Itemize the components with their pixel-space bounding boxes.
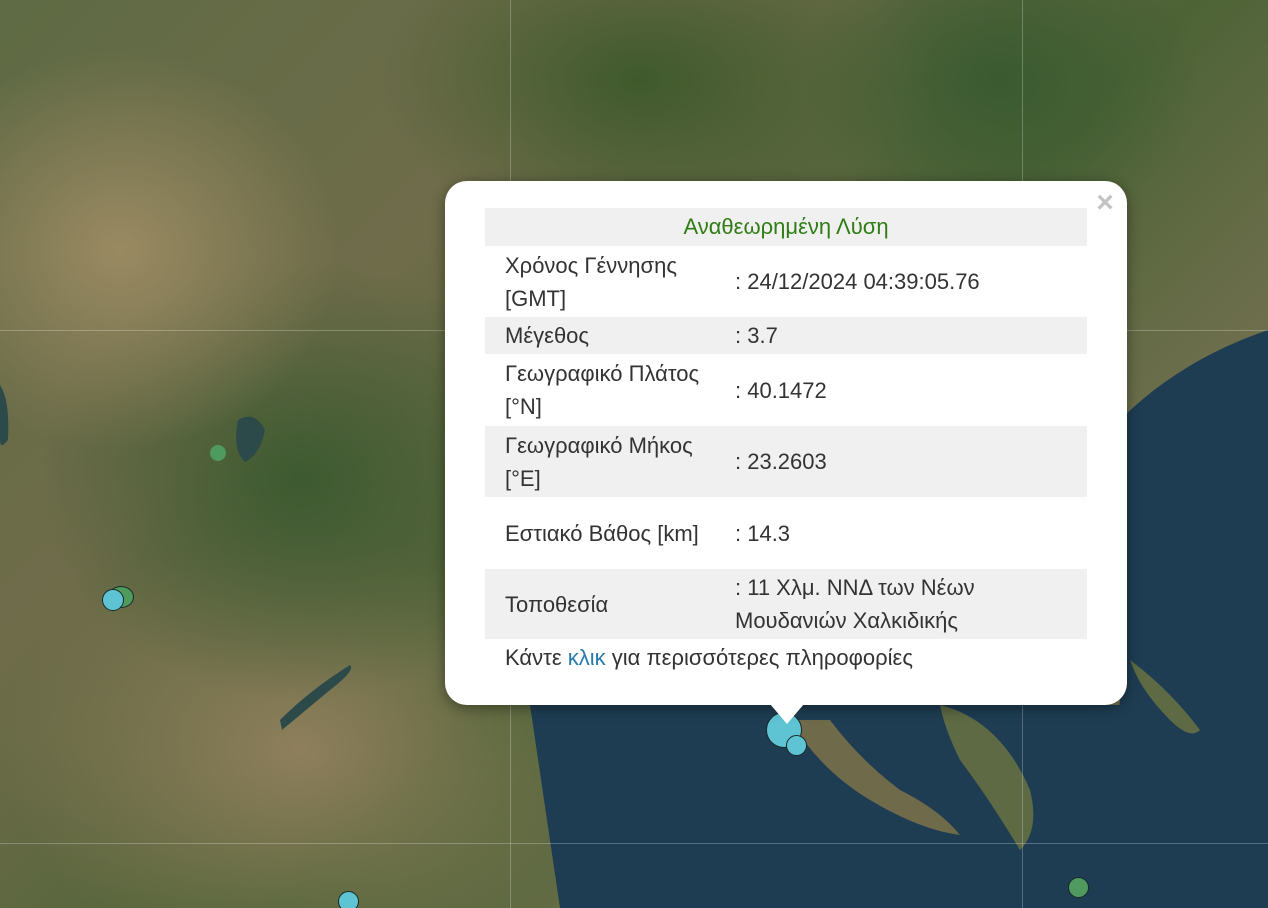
more-info-suffix: για περισσότερες πληροφορίες: [611, 645, 913, 670]
table-row: Μέγεθος : 3.7: [485, 317, 1087, 354]
table-row: Χρόνος Γέννησης [GMT] : 24/12/2024 04:39…: [485, 246, 1087, 317]
magnitude-label: Μέγεθος: [485, 317, 715, 354]
popup-title-row: Αναθεωρημένη Λύση: [485, 208, 1087, 246]
magnitude-value: : 3.7: [715, 317, 1087, 354]
close-icon[interactable]: ×: [1090, 186, 1120, 220]
location-value: : 11 Χλμ. ΝΝΔ των Νέων Μουδανιών Χαλκιδι…: [715, 569, 1087, 639]
earthquake-marker[interactable]: [102, 589, 124, 611]
table-row: Τοποθεσία : 11 Χλμ. ΝΝΔ των Νέων Μουδανι…: [485, 569, 1087, 639]
depth-label: Εστιακό Βάθος [km]: [505, 520, 699, 546]
table-row: Εστιακό Βάθος [km] : 14.3: [485, 497, 1087, 569]
latitude-label: Γεωγραφικό Πλάτος [°N]: [505, 361, 700, 419]
latitude-value: : 40.1472: [735, 377, 827, 403]
lake-polyfytos: [280, 665, 352, 730]
table-row: Γεωγραφικό Πλάτος [°N] : 40.1472: [485, 354, 1087, 426]
earthquake-marker[interactable]: [786, 735, 807, 756]
more-info-prefix: Κάντε: [505, 645, 562, 670]
longitude-label: Γεωγραφικό Μήκος [°E]: [485, 426, 715, 497]
popup-tip: [770, 704, 804, 724]
depth-value: : 14.3: [735, 520, 791, 546]
lake-vegoritida: [236, 416, 265, 462]
location-label: Τοποθεσία: [485, 569, 715, 639]
earthquake-details-table: Αναθεωρημένη Λύση Χρόνος Γέννησης [GMT] …: [485, 208, 1087, 639]
more-info-link[interactable]: κλικ: [568, 645, 606, 670]
earthquake-marker[interactable]: [1068, 877, 1089, 898]
origin-time-label: Χρόνος Γέννησης [GMT]: [505, 252, 677, 311]
popup-title: Αναθεωρημένη Λύση: [485, 208, 1087, 246]
earthquake-marker[interactable]: [210, 445, 226, 461]
longitude-value: : 23.2603: [715, 426, 1087, 497]
table-row: Γεωγραφικό Μήκος [°E] : 23.2603: [485, 426, 1087, 497]
more-info-line: Κάντε κλικ για περισσότερες πληροφορίες: [505, 643, 913, 673]
graticule-line: [0, 843, 1268, 844]
earthquake-marker[interactable]: [338, 891, 359, 908]
origin-time-value: : 24/12/2024 04:39:05.76: [735, 269, 980, 294]
lake-west: [0, 385, 9, 445]
